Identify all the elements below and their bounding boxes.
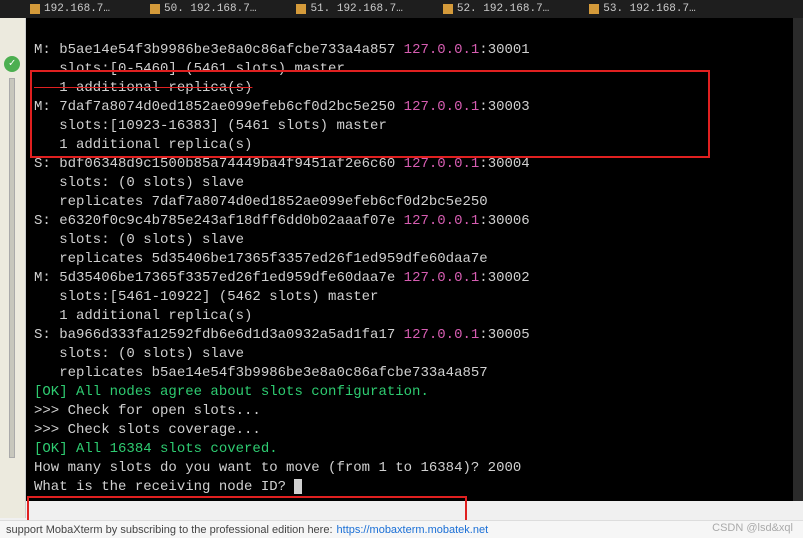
- replica-line: 1 additional replica(s): [34, 308, 252, 324]
- node-line: S: e6320f0c9c4b785e243af18dff6dd0b02aaaf…: [34, 213, 530, 229]
- editor-gutter: ✓: [0, 18, 26, 518]
- session-tab[interactable]: 192.168.7…: [30, 3, 110, 15]
- watermark: CSDN @lsd&xql: [712, 522, 793, 534]
- terminal-output[interactable]: M: b5ae14e54f3b9986be3e8a0c86afcbe733a4a…: [26, 18, 793, 501]
- status-ok: [OK] All 16384 slots covered.: [34, 441, 278, 457]
- tab-label: 53. 192.168.7…: [603, 3, 695, 15]
- session-tab[interactable]: 51. 192.168.7…: [296, 3, 402, 15]
- tab-label: 51. 192.168.7…: [310, 3, 402, 15]
- slots-line: slots:[0-5460] (5461 slots) master: [34, 61, 345, 77]
- minimap-bar[interactable]: [9, 78, 15, 458]
- slots-line: slots:[5461-10922] (5462 slots) master: [34, 289, 378, 305]
- footer-bar: support MobaXterm by subscribing to the …: [0, 520, 803, 538]
- session-tab[interactable]: 53. 192.168.7…: [589, 3, 695, 15]
- replicates-line: replicates 7daf7a8074d0ed1852ae099efeb6c…: [34, 194, 488, 210]
- check-icon: ✓: [4, 56, 20, 72]
- replica-line: 1 additional replica(s): [34, 80, 252, 96]
- scrollbar[interactable]: [793, 18, 803, 501]
- terminal-icon: [296, 4, 306, 14]
- tab-label: 50. 192.168.7…: [164, 3, 256, 15]
- replica-line: 1 additional replica(s): [34, 137, 252, 153]
- node-line: M: 5d35406be17365f3357ed26f1ed959dfe60da…: [34, 270, 530, 286]
- check-line: >>> Check for open slots...: [34, 403, 261, 419]
- tab-label: 192.168.7…: [44, 3, 110, 15]
- replicates-line: replicates b5ae14e54f3b9986be3e8a0c86afc…: [34, 365, 488, 381]
- status-ok: [OK] All nodes agree about slots configu…: [34, 384, 429, 400]
- terminal-icon: [150, 4, 160, 14]
- node-line: S: bdf06348d9c1500b85a74449ba4f9451af2e6…: [34, 156, 530, 172]
- node-line: S: ba966d333fa12592fdb6e6d1d3a0932a5ad1f…: [34, 327, 530, 343]
- session-tab[interactable]: 52. 192.168.7…: [443, 3, 549, 15]
- slots-line: slots: (0 slots) slave: [34, 175, 244, 191]
- footer-link[interactable]: https://mobaxterm.mobatek.net: [337, 524, 489, 536]
- node-line: M: b5ae14e54f3b9986be3e8a0c86afcbe733a4a…: [34, 42, 530, 58]
- footer-text: support MobaXterm by subscribing to the …: [6, 524, 333, 536]
- check-line: >>> Check slots coverage...: [34, 422, 261, 438]
- slots-line: slots: (0 slots) slave: [34, 232, 244, 248]
- node-line: M: 7daf7a8074d0ed1852ae099efeb6cf0d2bc5e…: [34, 99, 530, 115]
- slots-line: slots: (0 slots) slave: [34, 346, 244, 362]
- replicates-line: replicates 5d35406be17365f3357ed26f1ed95…: [34, 251, 488, 267]
- slots-line: slots:[10923-16383] (5461 slots) master: [34, 118, 387, 134]
- prompt-line: What is the receiving node ID?: [34, 479, 302, 495]
- tab-strip: 192.168.7… 50. 192.168.7… 51. 192.168.7……: [0, 0, 803, 18]
- terminal-icon: [443, 4, 453, 14]
- session-tab[interactable]: 50. 192.168.7…: [150, 3, 256, 15]
- cursor-icon: [294, 479, 302, 494]
- terminal-icon: [589, 4, 599, 14]
- prompt-line: How many slots do you want to move (from…: [34, 460, 521, 476]
- tab-label: 52. 192.168.7…: [457, 3, 549, 15]
- terminal-icon: [30, 4, 40, 14]
